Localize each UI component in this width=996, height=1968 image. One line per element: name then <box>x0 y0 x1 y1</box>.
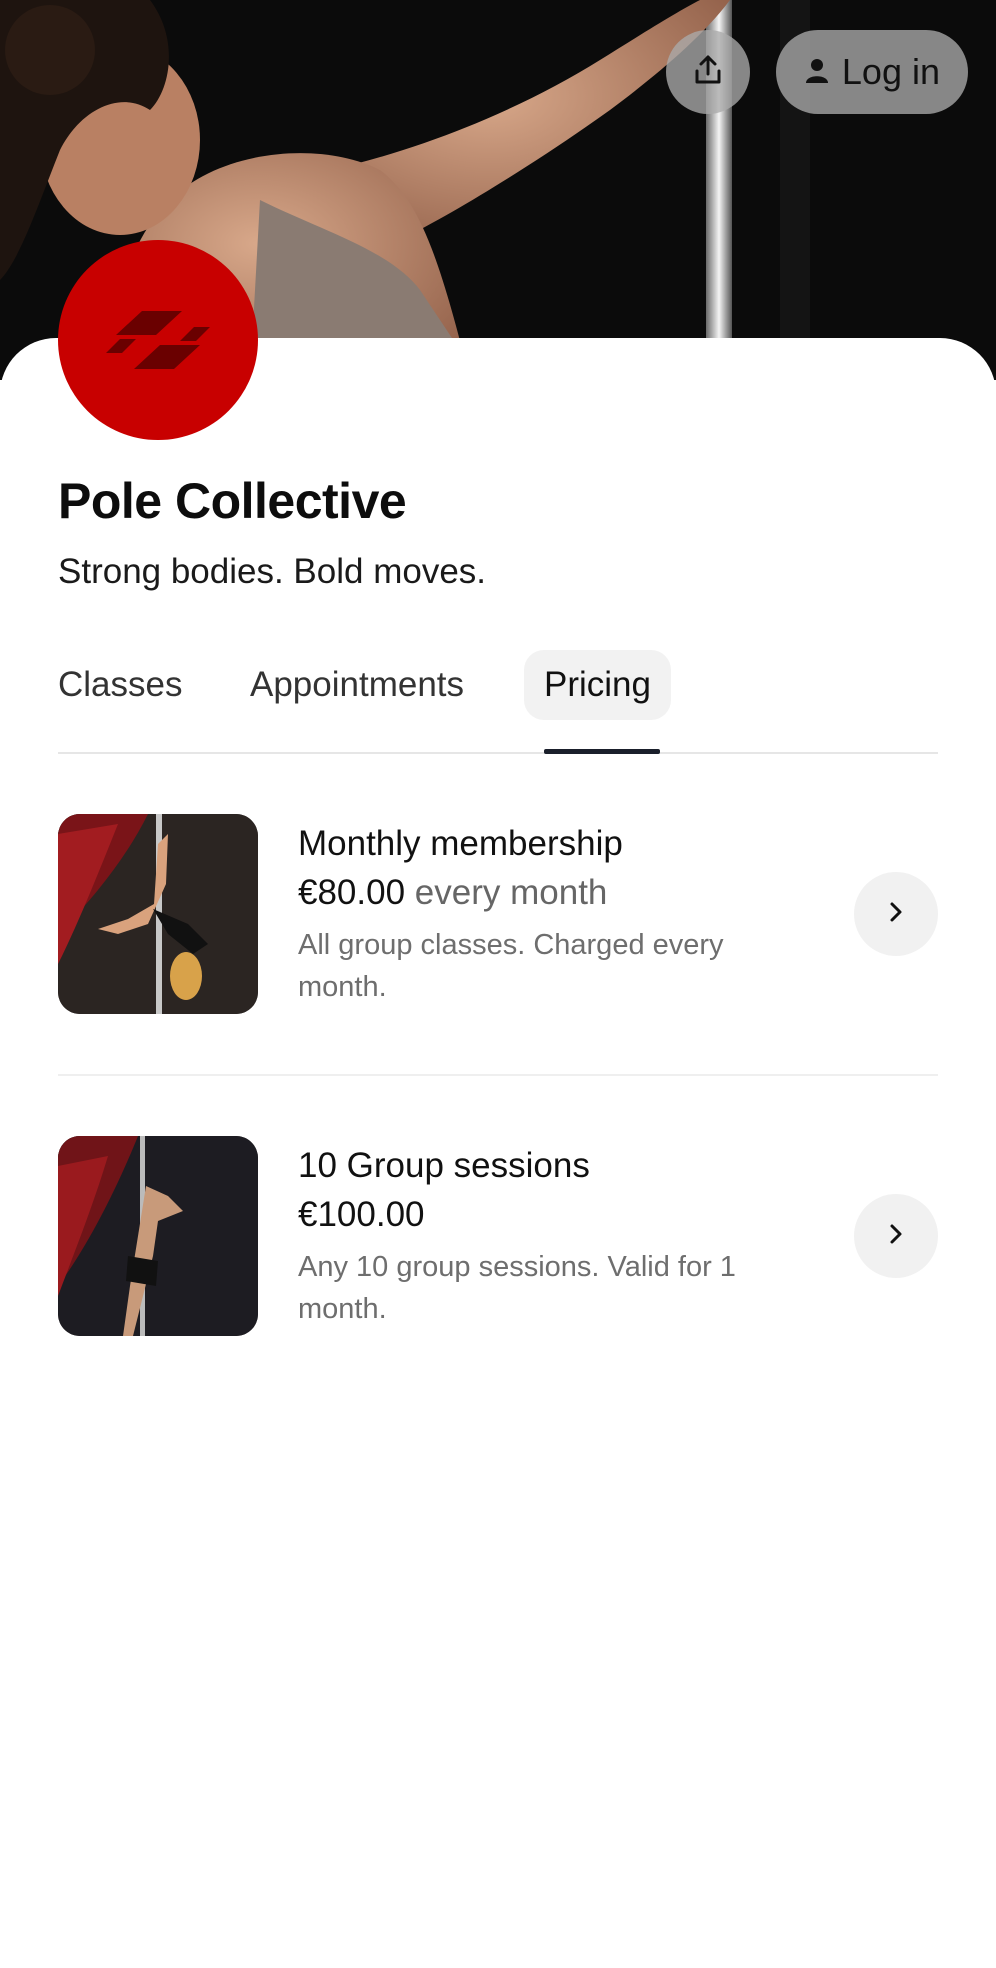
pricing-price: €80.00 <box>298 873 406 912</box>
open-pricing-button[interactable] <box>854 872 938 956</box>
studio-logo-avatar <box>58 240 258 440</box>
pricing-period: every month <box>414 873 608 912</box>
pricing-price-line: €100.00 <box>298 1190 818 1240</box>
studio-name: Pole Collective <box>58 473 407 529</box>
pricing-item-monthly-membership[interactable]: Monthly membership €80.00 every month Al… <box>58 814 938 1014</box>
open-pricing-button[interactable] <box>854 1194 938 1278</box>
chevron-right-icon <box>889 1223 903 1250</box>
pricing-price-line: €80.00 every month <box>298 868 818 918</box>
login-label: Log in <box>841 51 940 92</box>
pricing-thumbnail <box>58 814 258 1014</box>
studio-logo-icon <box>106 311 210 369</box>
pricing-description: All group classes. Charged every month. <box>298 929 724 1003</box>
chevron-right-icon <box>889 901 903 928</box>
studio-tagline: Strong bodies. Bold moves. <box>58 552 487 591</box>
tab-classes[interactable]: Classes <box>58 650 182 720</box>
pricing-price: €100.00 <box>298 1195 425 1234</box>
tab-appointments[interactable]: Appointments <box>250 650 464 720</box>
login-button[interactable]: Log in <box>775 30 968 114</box>
tab-bar: Classes Appointments Pricing <box>58 650 938 754</box>
share-icon <box>693 54 723 91</box>
tab-pricing[interactable]: Pricing <box>524 650 671 720</box>
pricing-title: Monthly membership <box>298 824 623 863</box>
pricing-description: Any 10 group sessions. Valid for 1 month… <box>298 1251 736 1325</box>
divider <box>58 1074 938 1076</box>
active-tab-indicator <box>544 749 660 754</box>
pricing-thumbnail <box>58 1136 258 1336</box>
share-button[interactable] <box>665 30 750 114</box>
person-icon <box>805 51 828 93</box>
pricing-title: 10 Group sessions <box>298 1146 590 1185</box>
pricing-item-10-group-sessions[interactable]: 10 Group sessions €100.00 Any 10 group s… <box>58 1136 938 1336</box>
